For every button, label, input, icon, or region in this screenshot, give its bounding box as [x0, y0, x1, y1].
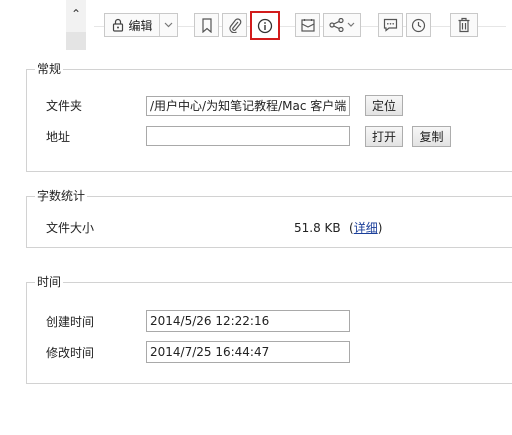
edit-dropdown-button[interactable]	[159, 14, 177, 36]
comment-icon	[383, 18, 398, 32]
chevron-down-icon	[164, 22, 173, 28]
lock-icon	[111, 18, 125, 32]
file-size-value: 51.8 KB	[294, 221, 341, 235]
details-link-group: (详细)	[349, 220, 382, 236]
stats-group: 字数统计	[26, 188, 512, 248]
folder-field[interactable]: /用户中心/为知笔记教程/Mac 客户端	[146, 96, 350, 116]
general-group-title: 常规	[35, 61, 64, 77]
history-button[interactable]	[406, 13, 431, 37]
modified-time-field[interactable]: 2014/7/25 16:44:47	[146, 341, 350, 363]
time-group-title: 时间	[35, 274, 64, 290]
scrollbar-thumb[interactable]	[66, 32, 86, 50]
share-button[interactable]	[323, 13, 361, 37]
delete-button[interactable]	[450, 13, 478, 37]
folder-label: 文件夹	[46, 99, 83, 113]
paperclip-icon	[228, 17, 242, 33]
note-button[interactable]	[295, 13, 320, 37]
chevron-up-icon[interactable]: ⌃	[66, 8, 86, 20]
edit-button[interactable]: 编辑	[104, 13, 178, 37]
share-icon	[329, 18, 344, 32]
attachment-button[interactable]	[222, 13, 247, 37]
address-label: 地址	[46, 130, 71, 144]
edit-label: 编辑	[128, 18, 153, 33]
chevron-down-icon	[347, 22, 355, 28]
bookmark-button[interactable]	[194, 13, 219, 37]
time-group: 时间	[26, 274, 512, 384]
locate-button[interactable]: 定位	[365, 95, 403, 116]
clock-icon	[411, 18, 426, 33]
info-icon	[257, 18, 273, 34]
open-button[interactable]: 打开	[365, 126, 403, 147]
address-field[interactable]	[146, 126, 350, 146]
bookmark-icon	[201, 17, 213, 33]
general-group: 常规	[26, 61, 512, 172]
comment-button[interactable]	[378, 13, 403, 37]
created-time-label: 创建时间	[46, 315, 95, 329]
created-time-field[interactable]: 2014/5/26 12:22:16	[146, 310, 350, 332]
stats-group-title: 字数统计	[35, 188, 88, 204]
file-size-label: 文件大小	[46, 221, 95, 235]
copy-button[interactable]: 复制	[412, 126, 451, 147]
toolbar: ⌃ 编辑	[0, 0, 512, 50]
close-paren: )	[377, 221, 383, 235]
trash-icon	[457, 17, 471, 33]
modified-time-label: 修改时间	[46, 346, 95, 360]
details-link[interactable]: 详细	[354, 221, 378, 235]
note-icon	[300, 18, 316, 33]
info-button[interactable]	[250, 11, 280, 40]
